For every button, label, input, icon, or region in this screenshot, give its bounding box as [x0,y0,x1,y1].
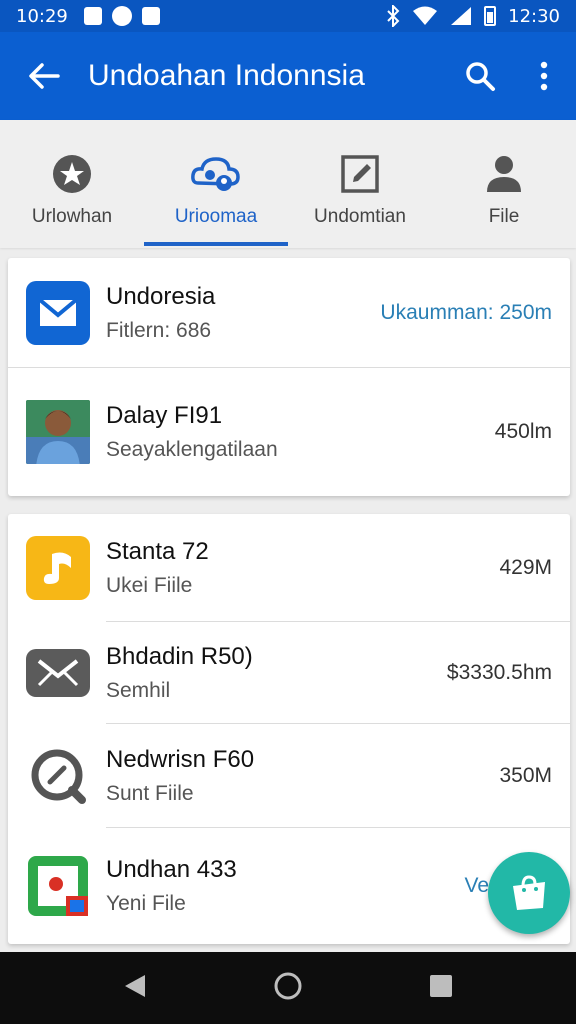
item-name: Dalay FI91 [106,402,223,429]
item-subtitle: Ukei Fiile [106,574,193,597]
back-arrow-icon [29,63,60,89]
mail-app-icon [38,298,78,326]
list-item[interactable]: Nedwrisn F60 Sunt Fiile 350M [8,724,570,828]
nav-home-icon [274,972,302,1000]
nav-back-button[interactable] [123,973,147,1003]
shopping-bag-icon [513,875,545,910]
page-title: Undoahan Indonnsia [88,59,365,92]
list-item[interactable]: Undoresia Fitlern: 686 Ukaumman: 250m [8,258,570,368]
file-list-card: Undoresia Fitlern: 686 Ukaumman: 250m Da… [8,258,570,496]
nav-recents-button[interactable] [429,974,453,1002]
bluetooth-icon [387,5,400,27]
item-name: Nedwrisn F60 [106,746,255,773]
item-name: Undoresia [106,283,216,310]
app-bar: Undoahan Indonnsia [0,32,576,120]
tab-label: Undomtian [314,206,406,227]
tab-label: File [488,206,520,227]
item-name: Undhan 433 [106,856,237,883]
item-subtitle: Yeni File [106,892,186,915]
battery-icon [484,6,497,26]
item-subtitle: Semhil [106,679,171,702]
item-meta: 429M [499,556,552,579]
back-button[interactable] [0,62,88,90]
gallery-icon [141,7,160,25]
wifi-icon [413,6,438,25]
tab-urlowhan[interactable]: Urlowhan [0,120,144,248]
notification-icon [83,7,102,25]
status-bar: 10:29 12:30 [0,0,576,32]
list-item[interactable]: Bhdadin R50) Semhil $3330.5hm [8,622,570,724]
signal-icon [451,7,472,25]
person-icon [487,156,521,192]
maps-app-icon [28,856,88,916]
nav-recents-icon [430,975,452,997]
status-clock: 12:30 [508,5,560,27]
fab-button[interactable] [488,852,570,934]
item-meta: 450lm [494,420,552,443]
item-meta: Ukaumman: 250m [380,301,552,324]
list-item[interactable]: Stanta 72 Ukei Fiile 429M [8,514,570,622]
list-item[interactable]: Undhan 433 Yeni File Ver [8,828,570,944]
item-subtitle: Seayaklengatilaan [106,438,278,461]
tab-undomtian[interactable]: Undomtian [288,120,432,248]
tab-urioomaa[interactable]: Urioomaa [144,120,288,248]
item-meta: 350M [499,764,552,787]
list-item[interactable]: Dalay FI91 Seayaklengatilaan 450lm [8,368,570,496]
item-subtitle: Sunt Fiile [106,782,194,805]
more-options-button[interactable] [512,61,576,91]
cloud-people-icon [191,157,240,191]
nav-home-button[interactable] [273,971,303,1005]
tab-bar: Urlowhan Urioomaa Undomtian File [0,120,576,248]
item-meta: $3330.5hm [446,661,552,684]
file-list-card: Stanta 72 Ukei Fiile 429M Bhdadin R50) S… [8,514,570,944]
item-name: Bhdadin R50) [106,643,253,670]
envelope-icon [37,659,79,687]
search-button[interactable] [448,60,512,92]
system-nav-bar [0,952,576,1024]
status-time: 10:29 [16,5,68,27]
item-subtitle: Fitlern: 686 [106,319,212,342]
messenger-icon [111,6,132,26]
edit-box-icon [341,155,379,193]
tab-label: Urlowhan [31,206,113,227]
nav-back-icon [125,975,145,997]
clock-search-icon [31,749,86,804]
item-name: Stanta 72 [106,538,209,565]
tab-label: Urioomaa [174,206,258,227]
more-vert-icon [540,61,548,91]
star-badge-icon [53,155,91,193]
music-note-icon [43,552,71,584]
person-photo [26,400,90,464]
search-icon [466,62,495,91]
tab-file[interactable]: File [432,120,576,248]
